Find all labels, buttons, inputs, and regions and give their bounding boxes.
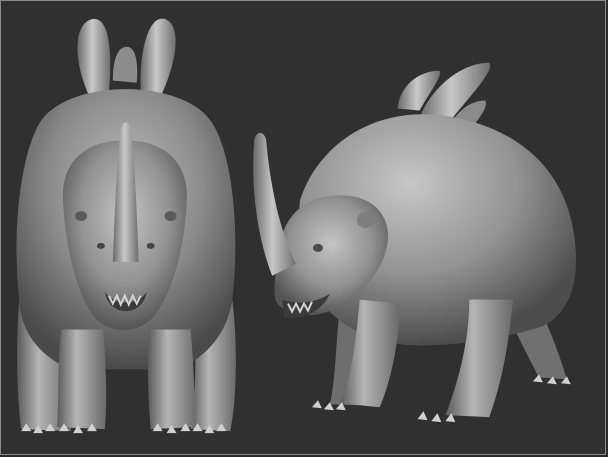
- right-front-leg: [147, 329, 197, 430]
- side-horn: [253, 132, 297, 276]
- left-ear: [77, 18, 111, 96]
- sculpt-viewport: [16, 18, 577, 434]
- left-front-leg: [57, 329, 107, 430]
- side-ear: [356, 212, 375, 228]
- front-view-creature: [16, 18, 236, 434]
- front-right-eye: [164, 211, 177, 222]
- side-eye: [312, 243, 323, 252]
- right-ear: [140, 18, 176, 97]
- back-spike: [112, 46, 138, 83]
- side-view-creature: [253, 62, 577, 423]
- render-frame: [0, 0, 606, 455]
- front-right-nostril: [146, 242, 155, 249]
- front-left-eye: [75, 211, 87, 222]
- front-left-nostril: [96, 242, 105, 249]
